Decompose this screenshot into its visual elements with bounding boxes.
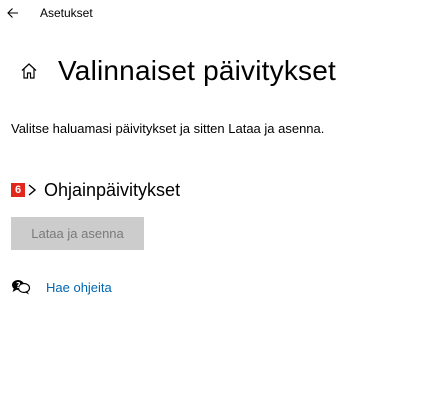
help-link-label: Hae ohjeita xyxy=(46,279,112,295)
back-arrow-icon xyxy=(7,8,18,18)
get-help-link[interactable]: ? Hae ohjeita xyxy=(11,277,112,297)
page-title: Valinnaiset päivitykset xyxy=(58,55,336,86)
section-title: Ohjainpäivitykset xyxy=(44,179,181,200)
back-button[interactable] xyxy=(0,0,26,26)
step-badge: 6 xyxy=(11,183,25,197)
page-description: Valitse haluamasi päivitykset ja sitten … xyxy=(11,121,325,136)
driver-updates-expander[interactable]: 6 Ohjainpäivitykset xyxy=(11,178,180,202)
title-bar: Asetukset xyxy=(0,0,421,26)
help-chat-icon: ? xyxy=(11,277,33,297)
svg-text:?: ? xyxy=(16,281,21,290)
home-icon[interactable] xyxy=(18,60,40,82)
download-and-install-button[interactable]: Lataa ja asenna xyxy=(11,217,144,250)
chevron-right-icon xyxy=(26,182,38,198)
page-header: Valinnaiset päivitykset xyxy=(18,51,336,91)
app-title: Asetukset xyxy=(40,6,93,20)
